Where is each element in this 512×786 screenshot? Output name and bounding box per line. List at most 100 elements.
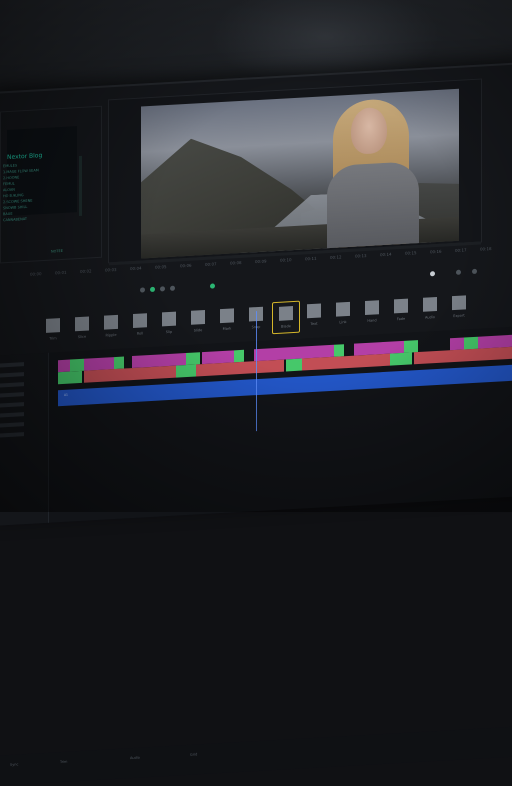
stop-icon[interactable] <box>160 286 165 292</box>
track-header-item[interactable] <box>0 362 24 368</box>
ruler-tick-label: 00:07 <box>205 261 217 267</box>
timeline-clip[interactable] <box>404 340 418 353</box>
project-scrollbar[interactable] <box>79 155 82 217</box>
loop-icon[interactable] <box>170 285 175 291</box>
timeline-clip[interactable] <box>196 362 238 377</box>
timeline-clip[interactable] <box>334 344 344 357</box>
timeline-clip[interactable] <box>464 336 478 350</box>
tool-label: Export <box>453 313 465 319</box>
tool-label: Blade <box>281 324 291 329</box>
tool-label: Hand <box>367 318 377 323</box>
track-header-item[interactable] <box>0 372 24 378</box>
timeline-clip[interactable] <box>390 352 412 366</box>
project-list-item[interactable]: ALOAN <box>3 188 15 193</box>
timeline-clip[interactable] <box>124 365 176 381</box>
timeline-panel: A1 Sync Trim Audio Grid <box>0 311 512 786</box>
tool-button-audio[interactable]: Audio <box>417 293 443 324</box>
tool-label: Slide <box>193 328 203 333</box>
timeline-clip[interactable] <box>238 359 284 375</box>
timeline-clip[interactable] <box>58 370 82 385</box>
footer-label[interactable]: Grid <box>190 752 197 756</box>
timeline-clip[interactable] <box>302 356 344 371</box>
ruler-tick-label: 00:03 <box>105 266 117 273</box>
timeline-clip[interactable] <box>176 364 196 378</box>
timeline-clip[interactable] <box>58 359 70 373</box>
share-icon[interactable] <box>456 269 461 275</box>
timeline-footer: Sync Trim Audio Grid <box>0 725 512 786</box>
tool-button-blade[interactable]: Blade <box>272 300 300 335</box>
footer-label[interactable]: Trim <box>60 760 67 764</box>
menu-icon[interactable] <box>472 268 477 275</box>
program-viewer <box>108 78 482 266</box>
settings-icon[interactable] <box>430 271 435 277</box>
footer-label[interactable]: Audio <box>130 756 140 761</box>
tool-label: Text <box>310 321 318 327</box>
ruler-tick-label: 00:13 <box>355 252 367 259</box>
video-preview[interactable] <box>141 88 459 259</box>
tool-label: Roll <box>136 331 144 336</box>
slide-icon <box>191 309 205 325</box>
timeline-clip[interactable] <box>450 337 464 351</box>
track-header-item[interactable] <box>0 432 24 438</box>
project-status: NOTEE <box>51 248 63 254</box>
timeline-clip[interactable] <box>114 356 124 370</box>
track-headers <box>0 352 49 526</box>
timeline-clip[interactable] <box>344 353 390 369</box>
ruler-tick-label: 00:10 <box>280 257 292 263</box>
timeline-clip[interactable] <box>286 358 302 372</box>
track-header-item[interactable] <box>0 382 24 388</box>
tool-label: Ripple <box>105 332 117 338</box>
timeline-clip[interactable] <box>84 368 124 383</box>
track-header-item[interactable] <box>0 392 24 398</box>
fade-icon <box>394 298 408 314</box>
tool-button-slice[interactable]: Slice <box>69 312 95 343</box>
record-icon[interactable] <box>140 287 145 293</box>
audio-track-label: A1 <box>64 392 68 397</box>
ruler-tick-label: 00:12 <box>330 254 342 260</box>
tool-button-slip[interactable]: Slip <box>156 307 182 338</box>
text-icon <box>307 303 321 319</box>
ruler-tick-label: 00:09 <box>255 258 267 265</box>
tool-button-slide[interactable]: Slide <box>185 306 211 337</box>
ruler-tick-label: 00:06 <box>180 262 192 269</box>
project-list-item[interactable]: BAUE <box>3 212 13 217</box>
ripple-icon <box>104 314 118 330</box>
timeline-clip[interactable] <box>234 349 244 363</box>
project-list-item[interactable]: EMULES <box>3 163 17 168</box>
monitor-screen: Nextor Blog EMULES 1.MAGE FLOW SEAM 2.HOON… <box>0 61 512 786</box>
tool-button-text[interactable]: Text <box>301 299 327 330</box>
timeline-clip[interactable] <box>414 349 470 365</box>
tool-label: Audio <box>425 315 435 320</box>
ruler-tick-label: 00:11 <box>305 255 317 262</box>
tool-button-ripple[interactable]: Ripple <box>98 311 124 342</box>
tool-button-link[interactable]: Link <box>330 298 356 329</box>
tool-button-mark[interactable]: Mark <box>214 304 240 335</box>
tool-button-trim[interactable]: Trim <box>40 314 66 345</box>
playhead[interactable] <box>256 311 257 432</box>
tool-button-fade[interactable]: Fade <box>388 294 414 325</box>
tool-button-export[interactable]: Export <box>446 291 472 322</box>
footer-label[interactable]: Sync <box>10 762 18 766</box>
project-list-item[interactable]: CANNABENAT <box>3 217 27 222</box>
sync-indicator-icon <box>210 283 215 289</box>
timeline-clip[interactable] <box>470 346 512 362</box>
hand-icon <box>365 300 379 316</box>
tool-label: Slip <box>165 329 173 335</box>
timeline-clip[interactable] <box>70 358 84 372</box>
tool-label: Trim <box>49 336 57 341</box>
track-header-item[interactable] <box>0 412 24 418</box>
play-icon[interactable] <box>150 286 155 293</box>
ruler-tick-label: 00:17 <box>455 247 467 254</box>
ruler-tick-label: 00:04 <box>130 265 142 272</box>
slice-icon <box>75 316 89 332</box>
tool-button-hand[interactable]: Hand <box>359 296 385 327</box>
ruler-tick-label: 00:01 <box>55 269 67 276</box>
slip-icon <box>162 311 176 327</box>
timeline-clip[interactable] <box>186 352 200 366</box>
link-icon <box>336 301 350 317</box>
project-list-item[interactable]: FEMUL <box>3 182 15 187</box>
tool-button-roll[interactable]: Roll <box>127 309 153 340</box>
track-header-item[interactable] <box>0 402 24 408</box>
track-header-item[interactable] <box>0 422 24 428</box>
preview-subject-body <box>327 161 419 257</box>
